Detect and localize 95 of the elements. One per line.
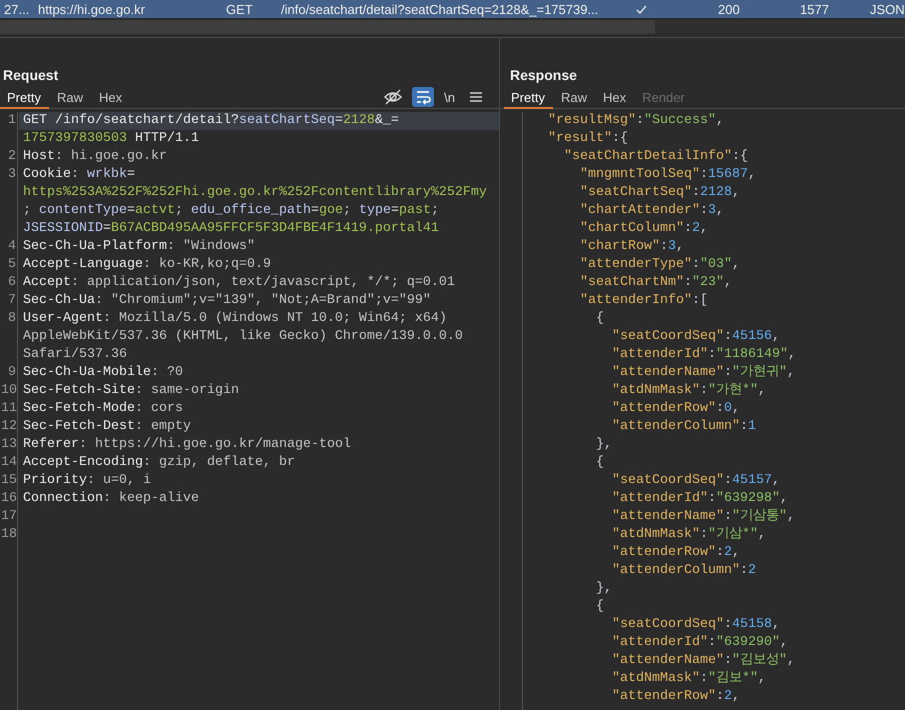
line-number: 17 [1, 508, 18, 526]
code-line: User-Agent: Mozilla/5.0 (Windows NT 10.0; Win64; x64) [23, 310, 447, 328]
line-number: 13 [1, 436, 18, 454]
line-number: 15 [1, 472, 18, 490]
list-cell: JSON [870, 2, 904, 16]
line-number: 9 [7, 364, 17, 382]
view-tab[interactable]: Pretty [504, 86, 553, 108]
code-line: "atdNmMask":"가현*", [612, 382, 766, 400]
line-number: 16 [1, 490, 18, 508]
code-line: "attenderType":"03", [580, 256, 740, 274]
code-line: Sec-Ch-Ua-Mobile: ?0 [23, 364, 183, 382]
code-line: Sec-Fetch-Site: same-origin [23, 382, 239, 400]
code-line: "attenderRow":0, [612, 400, 740, 418]
list-cell-text: https://hi.goe.go.kr [38, 2, 146, 16]
code-line: { [596, 310, 604, 328]
view-tab[interactable]: Hex [90, 86, 130, 108]
line-number: 10 [1, 382, 18, 400]
code-line: "attenderName":"김보성", [612, 652, 795, 670]
line-number: 14 [1, 454, 18, 472]
line-number: 5 [7, 256, 17, 274]
code-line: JSESSIONID=B67ACBD495AA95FFCF5F3D4FBE4F1419.portal41 [23, 220, 439, 238]
code-line: "chartRow":3, [580, 238, 684, 256]
wrap-lines-icon [415, 89, 432, 105]
code-line: Sec-Ch-Ua-Platform: "Windows" [23, 238, 255, 256]
code-line: "chartAttender":3, [580, 202, 724, 220]
code-line: Host: hi.goe.go.kr [23, 148, 167, 166]
code-line: "attenderId":"1186149", [612, 346, 796, 364]
code-line: Accept-Language: ko-KR,ko;q=0.9 [23, 256, 271, 274]
code-line: Sec-Fetch-Dest: empty [23, 418, 191, 436]
code-line: "mngmntToolSeq":15687, [580, 166, 756, 184]
code-line: "seatChartDetailInfo":{ [564, 148, 748, 166]
code-line: Sec-Fetch-Mode: cors [23, 400, 183, 418]
code-line: "seatCoordSeq":45156, [612, 328, 780, 346]
code-line: Referer: https://hi.goe.go.kr/manage-tool [23, 436, 351, 454]
panel-title: Response [510, 66, 577, 84]
list-cell-text: /info/seatchart/detail?seatChartSeq=2128&_=175739... [281, 2, 600, 16]
code-line: }, [596, 580, 612, 598]
panel-title: Request [3, 66, 58, 84]
code-line: Accept: application/json, text/javascript, */*; q=0.01 [23, 274, 455, 292]
view-tab[interactable]: Raw [48, 86, 91, 108]
code-line: Safari/537.36 [23, 346, 127, 364]
line-number: 2 [7, 148, 17, 166]
line-number: 4 [7, 238, 17, 256]
line-number: 3 [7, 166, 17, 184]
line-number: 12 [1, 418, 18, 436]
code-line: ; contentType=actvt; edu_office_path=goe; type=past; [23, 202, 439, 220]
code-line: "chartColumn":2, [580, 220, 708, 238]
list-cell-text: 27... [4, 2, 30, 16]
view-tab[interactable]: Pretty [0, 86, 49, 108]
line-number: 6 [7, 274, 17, 292]
eye-slash-icon [383, 88, 404, 106]
code-line: GET /info/seatchart/detail?seatChartSeq=2128&_= [23, 112, 399, 130]
code-line: "resultMsg":"Success", [548, 112, 724, 130]
code-line: "seatCoordSeq":45157, [612, 472, 780, 490]
code-line: Sec-Ch-Ua: "Chromium";v="139", "Not;A=Brand";v="99" [23, 292, 431, 310]
line-number: 7 [7, 292, 17, 310]
wrap-lines-button[interactable] [412, 87, 434, 107]
code-line: Cookie: wrkbk= [23, 166, 135, 184]
code-line: 1757397830503 HTTP/1.1 [23, 130, 199, 148]
code-line: "attenderColumn":1 [612, 418, 756, 436]
code-line: "attenderColumn":2 [612, 562, 756, 580]
code-line: "attenderInfo":[ [580, 292, 708, 310]
line-number: 8 [7, 310, 17, 328]
code-line: "attenderRow":2, [612, 544, 740, 562]
menu-icon [469, 90, 483, 104]
line-number: 11 [1, 400, 18, 418]
code-line: "atdNmMask":"기삼*", [612, 526, 766, 544]
list-cell: 1577 [800, 2, 830, 16]
view-tab[interactable]: Hex [594, 86, 634, 108]
code-line: "result":{ [548, 130, 628, 148]
code-line: https%253A%252F%252Fhi.goe.go.kr%252Fcontentlibrary%252Fmy [23, 184, 487, 202]
request-row[interactable]: 27... https://hi.goe.go.kr GET /info/seatchart/detail?seatChartSeq=2128&_=175739... 200 1577 JSON [0, 0, 905, 18]
code-line: "attenderName":"기삼통", [612, 508, 795, 526]
code-line: "attenderId":"639290", [612, 634, 788, 652]
eye-slash-button[interactable] [382, 87, 404, 107]
code-line: Connection: keep-alive [23, 490, 199, 508]
newline-toggle[interactable]: \n [442, 90, 457, 104]
code-line: "atdNmMask":"김보*", [612, 670, 766, 688]
code-line: { [596, 454, 604, 472]
view-tab[interactable]: Raw [552, 86, 595, 108]
code-line: Accept-Encoding: gzip, deflate, br [23, 454, 295, 472]
code-line: "seatChartNm":"23", [580, 274, 732, 292]
list-cell: GET [226, 2, 253, 16]
code-line: { [596, 598, 604, 616]
line-number: 18 [1, 526, 18, 544]
code-line: Priority: u=0, i [23, 472, 151, 490]
code-line: }, [596, 436, 612, 454]
line-number: 1 [7, 112, 17, 130]
code-line: "attenderRow":2, [612, 688, 740, 706]
code-line: "attenderId":"639298", [612, 490, 788, 508]
list-cell-text: 200 [718, 2, 741, 16]
code-line: "seatCoordSeq":45158, [612, 616, 780, 634]
code-line: "seatChartSeq":2128, [580, 184, 740, 202]
code-line: AppleWebKit/537.36 (KHTML, like Gecko) Chrome/139.0.0.0 [23, 328, 463, 346]
code-line: "attenderName":"가현귀", [612, 364, 795, 382]
